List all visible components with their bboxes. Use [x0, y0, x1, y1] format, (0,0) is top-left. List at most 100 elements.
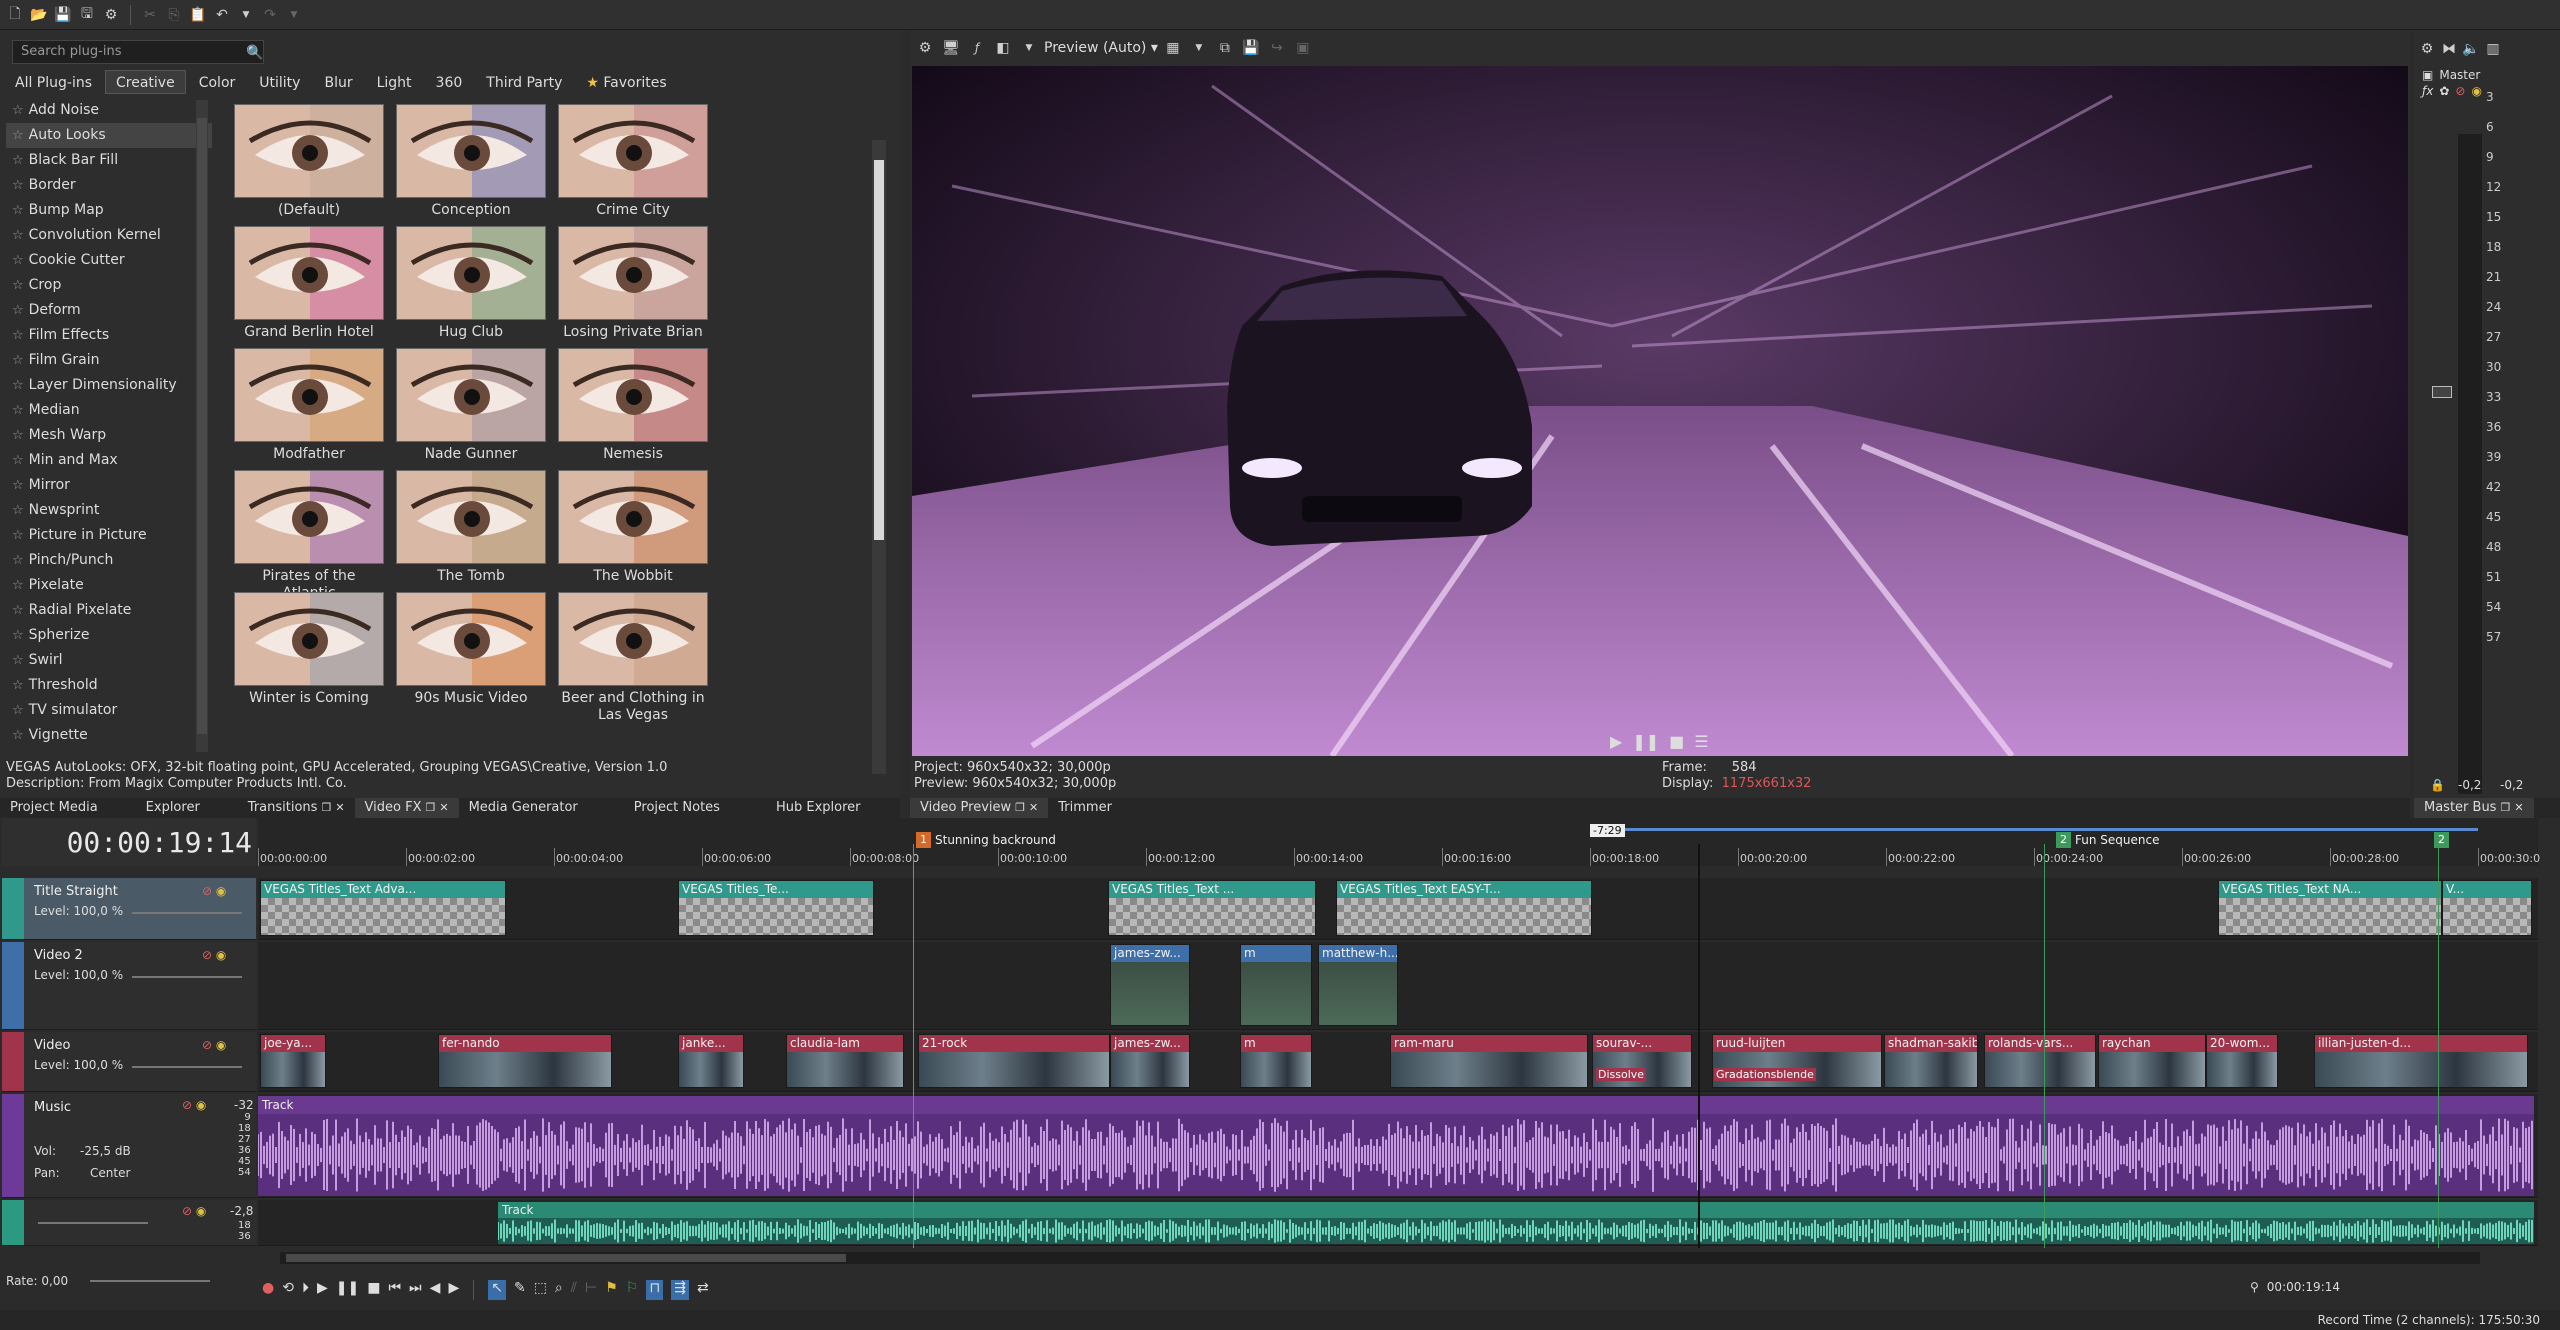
track-lane-title[interactable]: VEGAS Titles_Text Adva... VEGAS Titles_Te… [258, 878, 2538, 940]
tab-project-media[interactable]: Project Media [0, 798, 108, 818]
star-icon[interactable]: ☆ [12, 623, 24, 648]
preset-tile[interactable]: The Tomb [396, 470, 546, 594]
time-ruler[interactable]: 00:00:00:00 00:00:02:00 00:00:04:00 00:00:0… [258, 818, 2540, 866]
timecode-display[interactable]: 00:00:19:14 [2, 826, 252, 859]
star-icon[interactable]: ☆ [12, 198, 24, 223]
close-icon[interactable]: ✕ [1029, 798, 1038, 818]
close-icon[interactable]: ✕ [335, 798, 344, 818]
copy-snapshot-icon[interactable]: ⧉ [1214, 37, 1236, 59]
tab-360[interactable]: 360 [424, 70, 474, 94]
preset-scroll-thumb[interactable] [874, 160, 884, 540]
pause-icon[interactable]: ❚❚ [336, 1280, 359, 1300]
clip[interactable]: VEGAS Titles_Text NA... [2218, 880, 2442, 936]
marker-icon[interactable]: ⚑ [605, 1280, 618, 1300]
clip[interactable]: VEGAS Titles_Te... [678, 880, 874, 936]
split-icon[interactable]: ⫽ [571, 1280, 577, 1300]
star-icon[interactable]: ☆ [12, 473, 24, 498]
copy-icon[interactable]: ⎘ [163, 4, 185, 26]
preset-tile[interactable]: Hug Club [396, 226, 546, 350]
tab-transitions[interactable]: Transitions ❐ ✕ [238, 798, 355, 818]
preset-tile[interactable]: Modfather [234, 348, 384, 472]
star-icon[interactable]: ☆ [12, 373, 24, 398]
plugin-item[interactable]: ☆ Picture in Picture [6, 523, 212, 548]
plugin-list-scroll-thumb[interactable] [197, 118, 207, 734]
track-header-video2[interactable]: Video 2 Level: 100,0 % ⊘ ◉ [2, 942, 256, 1030]
plugin-item[interactable]: ☆ Spherize [6, 623, 212, 648]
star-icon[interactable]: ☆ [12, 398, 24, 423]
track-lane-music[interactable]: Track [258, 1094, 2538, 1198]
zoom-tool-icon[interactable]: ⌕ [555, 1280, 563, 1300]
envelope-tool-icon[interactable]: ✎ [514, 1280, 526, 1300]
clip[interactable]: fer-nando [438, 1034, 612, 1088]
plugin-item[interactable]: ☆ Deform [6, 298, 212, 323]
star-icon[interactable]: ☆ [12, 548, 24, 573]
star-icon[interactable]: ☆ [12, 498, 24, 523]
solo-icon[interactable]: ◉ [216, 948, 226, 962]
mute-icon[interactable]: ⊘ [202, 884, 212, 898]
tab-color[interactable]: Color [187, 70, 247, 94]
overlay-icon[interactable]: ▣ [1292, 37, 1314, 59]
plugin-item[interactable]: ☆ Black Bar Fill [6, 148, 212, 173]
timeline-marker[interactable]: 2 [2434, 832, 2453, 848]
tab-explorer[interactable]: Explorer [136, 798, 210, 818]
preset-tile[interactable]: The Wobbit [558, 470, 708, 594]
undock-icon[interactable]: ❐ [425, 798, 435, 818]
tab-creative[interactable]: Creative [105, 70, 186, 94]
track-header-audio2[interactable]: ⊘ ◉ -2,8 18 36 [2, 1200, 256, 1246]
star-icon[interactable]: ☆ [12, 323, 24, 348]
trim-icon[interactable]: ⊢ [585, 1280, 597, 1300]
gear-icon[interactable]: ⚙ [100, 4, 122, 26]
preset-tile[interactable]: (Default) [234, 104, 384, 228]
plugin-item[interactable]: ☆ Crop [6, 273, 212, 298]
snap-icon[interactable]: ⊓ [646, 1280, 664, 1300]
plugin-item[interactable]: ☆ TV simulator [6, 698, 212, 723]
timeline-marker[interactable]: 1 Stunning backround [916, 832, 1056, 848]
plugin-item[interactable]: ☆ Newsprint [6, 498, 212, 523]
solo-icon[interactable]: ◉ [196, 1098, 206, 1112]
close-icon[interactable]: ✕ [2514, 798, 2523, 818]
master-checkbox-icon[interactable]: ▣ [2422, 68, 2433, 82]
star-icon[interactable]: ☆ [12, 223, 24, 248]
undock-icon[interactable]: ❐ [2500, 798, 2510, 818]
plugin-item[interactable]: ☆ Radial Pixelate [6, 598, 212, 623]
clip[interactable]: ram-maru [1390, 1034, 1588, 1088]
preset-tile[interactable]: Pirates of the Atlantic [234, 470, 384, 601]
plugin-icon[interactable]: ✿ [2439, 84, 2449, 98]
mute-icon[interactable]: ⊘ [2455, 84, 2465, 98]
star-icon[interactable]: ☆ [12, 598, 24, 623]
play-icon[interactable]: ▶ [1610, 732, 1622, 751]
undo-dropdown-icon[interactable]: ▼ [235, 4, 257, 26]
tab-all-plugins[interactable]: All Plug-ins [4, 70, 104, 94]
tab-media-generator[interactable]: Media Generator [459, 798, 588, 818]
preset-tile[interactable]: Beer and Clothing in Las Vegas [558, 592, 708, 723]
cut-icon[interactable]: ✂ [139, 4, 161, 26]
stop-icon[interactable]: ■ [367, 1280, 380, 1300]
star-icon[interactable]: ☆ [12, 698, 24, 723]
plugin-item[interactable]: ☆ Border [6, 173, 212, 198]
track-lane-audio2[interactable]: Track [258, 1200, 2538, 1246]
next-frame-icon[interactable]: ▶ [448, 1280, 459, 1300]
undock-icon[interactable]: ❐ [321, 798, 331, 818]
new-project-icon[interactable]: 🗋 [4, 4, 26, 26]
clip[interactable]: illian-justen-d... [2314, 1034, 2528, 1088]
open-folder-icon[interactable]: 📂 [28, 4, 50, 26]
track-name[interactable]: Music [34, 1100, 71, 1115]
clip[interactable]: joe-ya... [260, 1034, 326, 1088]
plugin-item[interactable]: ☆ Mirror [6, 473, 212, 498]
plugin-item[interactable]: ☆ Add Noise [6, 98, 212, 123]
undock-icon[interactable]: ❐ [1015, 798, 1025, 818]
dropdown-icon[interactable]: ▼ [1018, 37, 1040, 59]
preset-tile[interactable]: Conception [396, 104, 546, 228]
track-header-video[interactable]: Video Level: 100,0 % ⊘ ◉ [2, 1032, 256, 1092]
track-name[interactable]: Video [34, 1038, 70, 1053]
edit-tool-icon[interactable]: ↖ [488, 1280, 506, 1300]
stop-icon[interactable]: ■ [1669, 732, 1684, 751]
track-lane-video2[interactable]: james-zw... m matthew-h... [258, 942, 2538, 1030]
rate-slider[interactable] [90, 1280, 210, 1282]
save-as-icon[interactable]: 🖫 [76, 4, 98, 26]
paste-icon[interactable]: 📋 [187, 4, 209, 26]
audio-clip-2-header[interactable]: Track [498, 1202, 2534, 1218]
plugin-item[interactable]: ☆ Bump Map [6, 198, 212, 223]
go-to-start-icon[interactable]: ⏮ [388, 1280, 401, 1300]
menu-icon[interactable]: ☰ [1694, 732, 1708, 751]
